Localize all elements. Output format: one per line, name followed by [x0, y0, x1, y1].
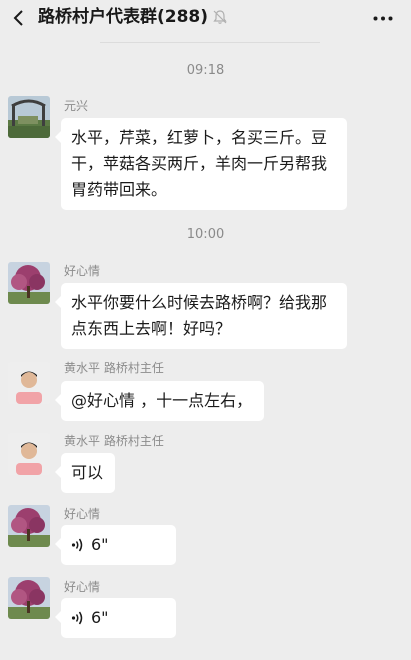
voice-message-bubble[interactable]: 6": [55, 598, 176, 638]
chat-header: 路桥村户代表群(288): [0, 0, 411, 36]
back-chevron-icon[interactable]: [12, 10, 26, 26]
header-divider: [100, 42, 320, 43]
sender-name: 好心情: [64, 580, 101, 594]
bell-mute-icon: [213, 10, 227, 24]
voice-wave-icon: [71, 538, 83, 552]
avatar[interactable]: [8, 433, 50, 475]
message-bubble[interactable]: @好心情 ，十一点左右，: [55, 381, 264, 421]
sender-name: 好心情: [64, 507, 101, 521]
avatar-image: [8, 362, 50, 404]
voice-wave-icon: [71, 611, 83, 625]
avatar-image: [8, 96, 50, 138]
avatar[interactable]: [8, 362, 50, 404]
avatar[interactable]: [8, 505, 50, 547]
timestamp: 09:18: [186, 63, 225, 78]
voice-duration: 6": [91, 535, 109, 554]
avatar-image: [8, 577, 50, 619]
timestamp: 10:00: [186, 227, 225, 242]
avatar-image: [8, 505, 50, 547]
sender-name: 黄水平 路桥村主任: [64, 434, 164, 448]
sender-name: 黄水平 路桥村主任: [64, 361, 164, 375]
message-bubble[interactable]: 水平，芹菜，红萝卜，名买三斤。豆干，苹菇各买两斤，羊肉一斤另帮我胃药带回来。: [55, 118, 347, 210]
avatar-image: [8, 262, 50, 304]
avatar[interactable]: [8, 262, 50, 304]
voice-duration: 6": [91, 608, 109, 627]
sender-name: 元兴: [64, 99, 89, 113]
avatar-image: [8, 433, 50, 475]
avatar[interactable]: [8, 577, 50, 619]
message-bubble[interactable]: 水平你要什么时候去路桥啊？给我那点东西上去啊！好吗？: [55, 283, 347, 349]
chat-title: 路桥村户代表群(288): [38, 7, 209, 27]
sender-name: 好心情: [64, 264, 101, 278]
avatar[interactable]: [8, 96, 50, 138]
message-bubble[interactable]: 可以: [55, 453, 115, 493]
voice-message-bubble[interactable]: 6": [55, 525, 176, 565]
more-dots-icon[interactable]: [373, 16, 393, 21]
